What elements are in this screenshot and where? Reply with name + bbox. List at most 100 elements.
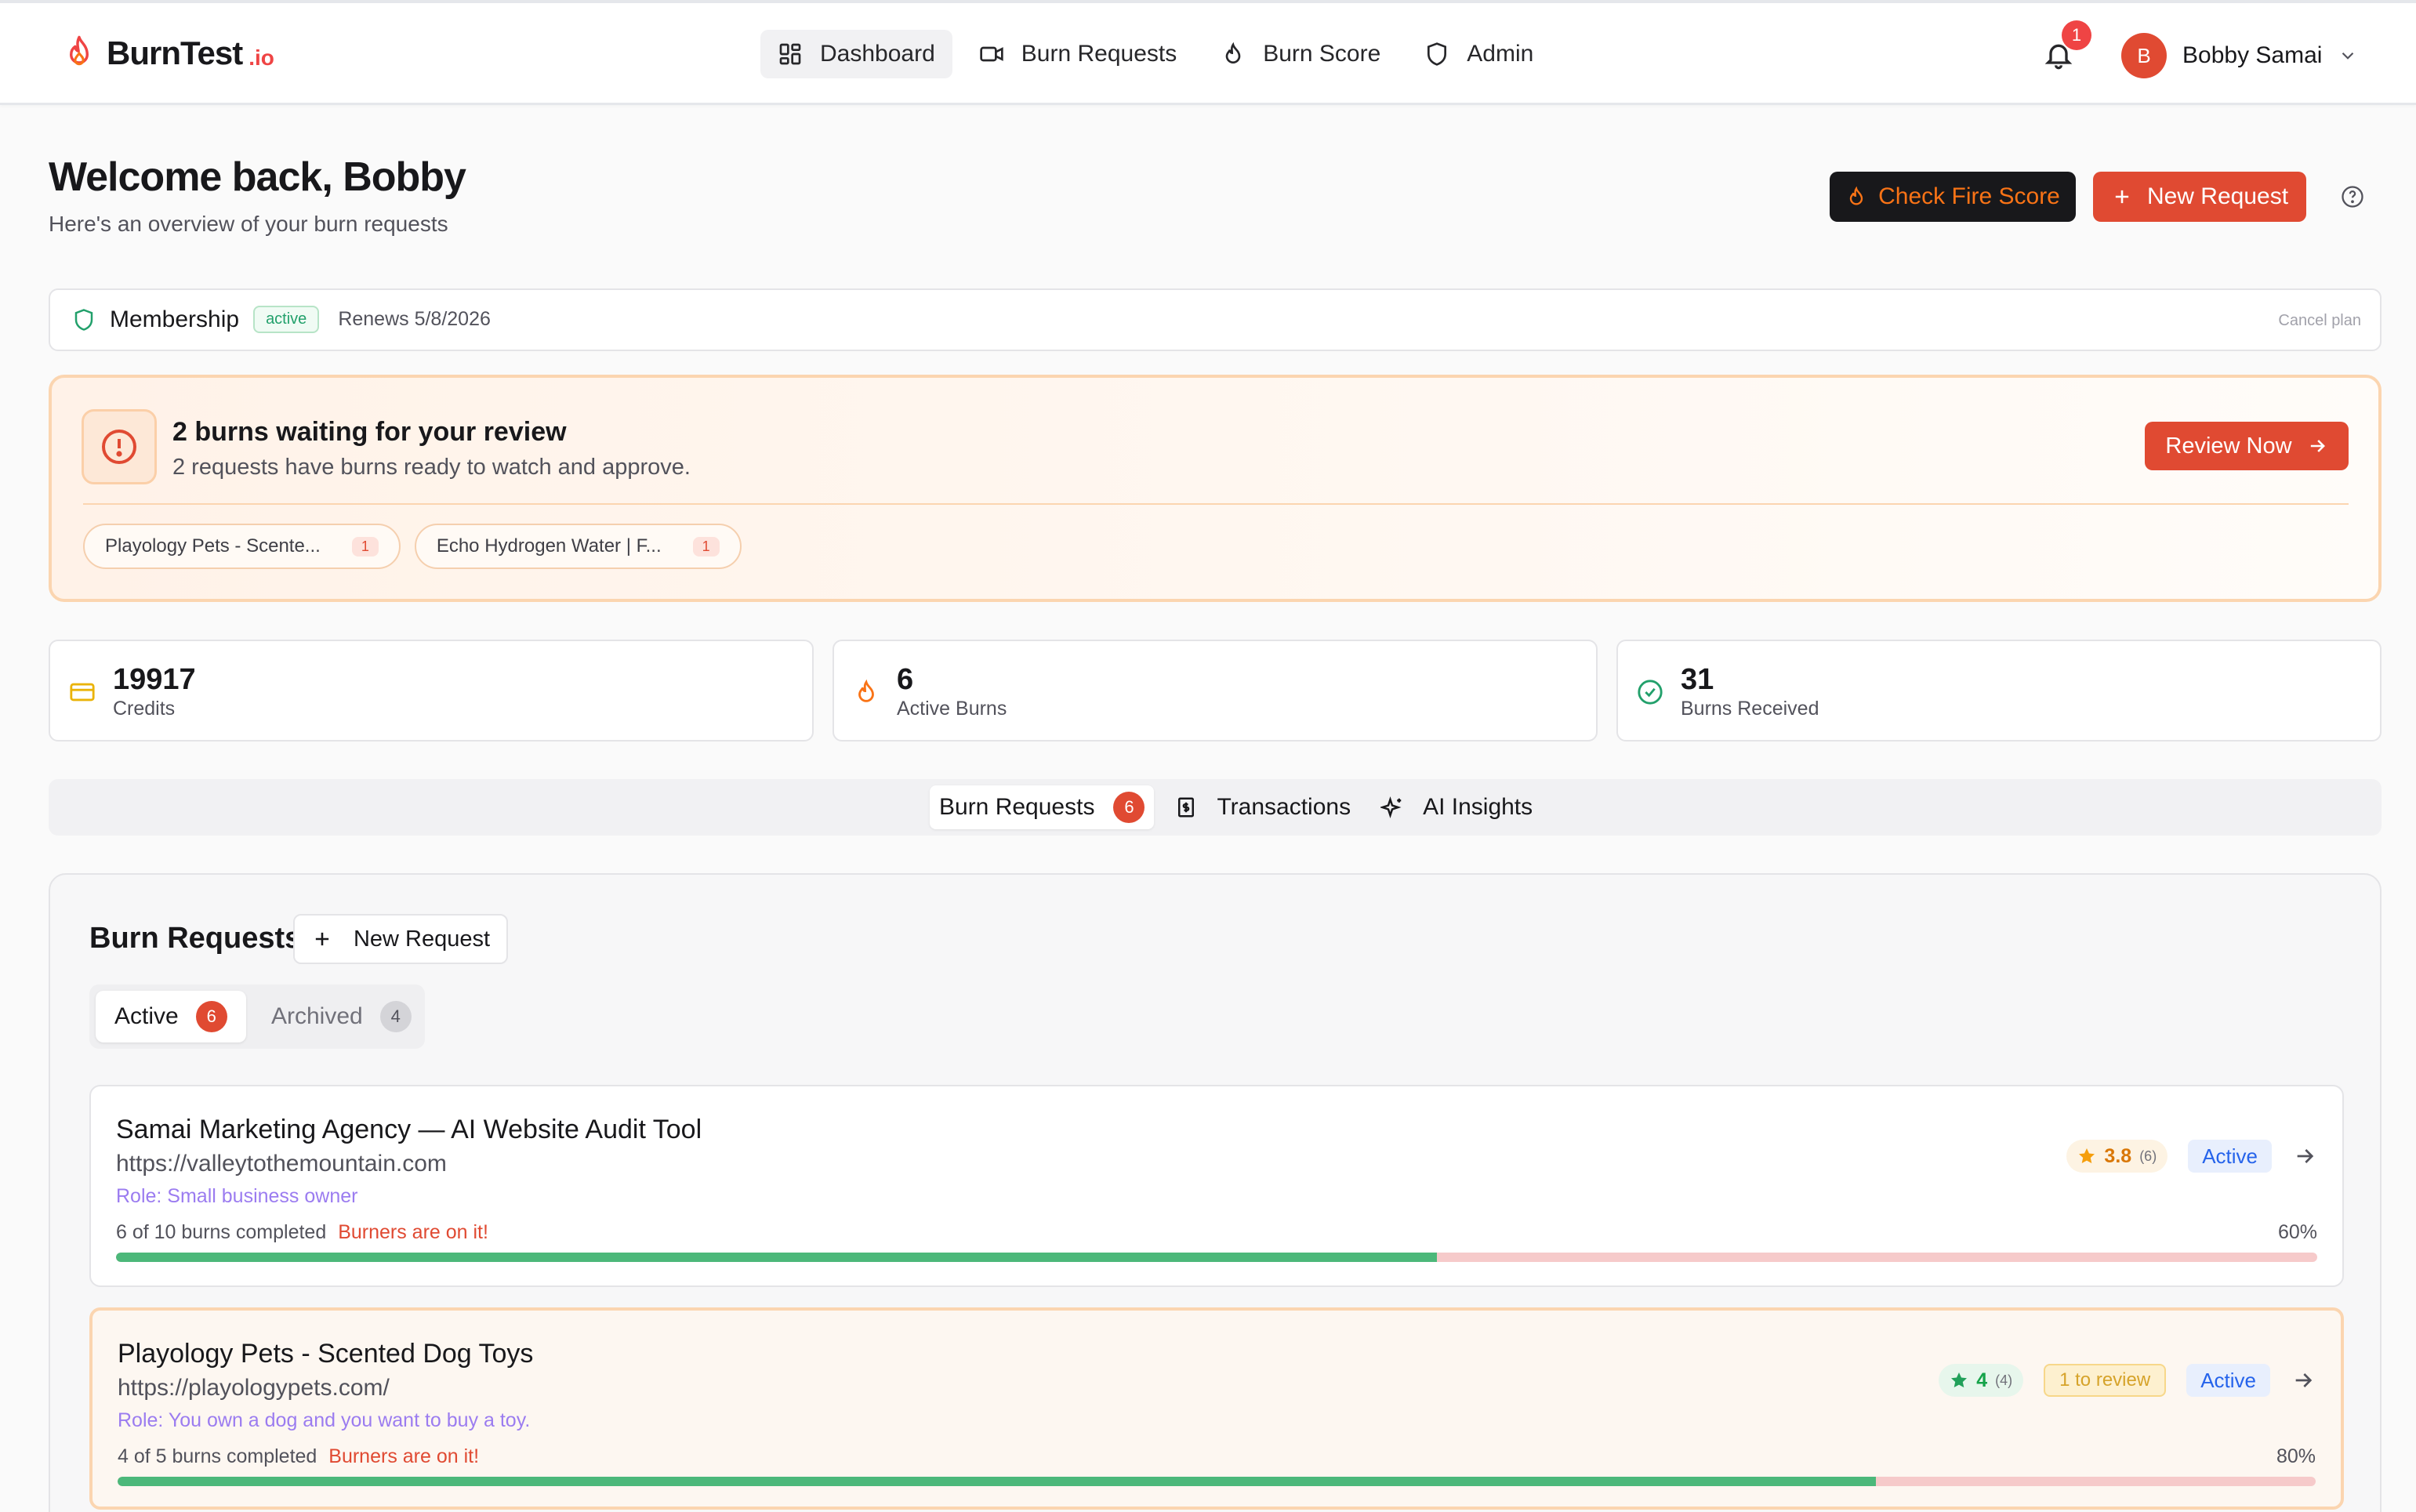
card-meta: 3.8 (6) Active <box>2066 1140 2317 1173</box>
nav-burn-requests[interactable]: Burn Requests <box>962 30 1194 78</box>
brand-name: BurnTest <box>107 34 243 71</box>
stat-label: Credits <box>113 698 176 720</box>
chip-label: Playology Pets - Scente... <box>105 535 321 557</box>
stat-value: 19917 <box>113 663 196 696</box>
burners-status: Burners are on it! <box>338 1221 488 1243</box>
chevron-down-icon <box>2342 52 2354 60</box>
check-fire-score-button[interactable]: Check Fire Score <box>1830 172 2076 222</box>
review-subtitle: 2 requests have burns ready to watch and… <box>172 455 691 480</box>
shield-icon <box>74 308 93 331</box>
flame-icon <box>858 679 874 702</box>
rating-badge: 4 (4) <box>1939 1364 2024 1397</box>
nav-admin-label: Admin <box>1467 41 1534 67</box>
plus-icon <box>2115 190 2129 204</box>
progress-bar <box>118 1477 2316 1486</box>
star-icon <box>2079 1148 2095 1164</box>
stat-value: 6 <box>897 663 914 696</box>
request-card[interactable]: Samai Marketing Agency — AI Website Audi… <box>89 1085 2344 1287</box>
new-request-label: New Request <box>2146 183 2289 209</box>
card-meta: 4 (4) 1 to review Active <box>1939 1364 2316 1397</box>
alert-box <box>82 409 157 484</box>
status-badge: Active <box>2186 1364 2270 1397</box>
receipt-icon <box>1178 797 1195 818</box>
nav-burn-requests-label: Burn Requests <box>1021 41 1177 67</box>
plus-icon <box>315 932 329 946</box>
to-review-badge: 1 to review <box>2044 1364 2167 1397</box>
membership-title: Membership <box>110 306 240 332</box>
video-icon <box>980 46 1003 62</box>
review-chip[interactable]: Echo Hydrogen Water | F... 1 <box>414 524 742 569</box>
nav-burn-score[interactable]: Burn Score <box>1203 30 1398 78</box>
review-now-button[interactable]: Review Now <box>2145 422 2349 470</box>
subtab-label: Archived <box>271 1003 363 1029</box>
flame-logo-icon <box>70 35 89 66</box>
subtab-archived[interactable]: Archived 4 <box>252 991 430 1042</box>
tab-transactions[interactable]: Transactions <box>1165 785 1360 829</box>
chip-count: 1 <box>692 536 720 557</box>
help-icon[interactable] <box>2341 185 2364 208</box>
review-chip[interactable]: Playology Pets - Scente... 1 <box>83 524 401 569</box>
subtab-label: Active <box>114 1003 179 1029</box>
stat-value: 31 <box>1681 663 1714 696</box>
progress-percent: 80% <box>2276 1445 2316 1467</box>
progress-label: 6 of 10 burns completed Burners are on i… <box>116 1221 488 1244</box>
burners-status: Burners are on it! <box>328 1445 480 1467</box>
arrow-right-icon[interactable] <box>2292 1144 2317 1169</box>
stat-label: Active Burns <box>897 698 1007 720</box>
chip-label: Echo Hydrogen Water | F... <box>436 535 662 557</box>
nav-admin[interactable]: Admin <box>1407 30 1551 78</box>
rating-badge: 3.8 (6) <box>2066 1140 2168 1173</box>
user-name: Bobby Samai <box>2182 42 2323 68</box>
main-nav: Dashboard Burn Requests Burn Score Admin <box>760 30 1551 78</box>
nav-burn-score-label: Burn Score <box>1263 41 1381 67</box>
subtab-count: 6 <box>195 1001 227 1032</box>
logo[interactable]: BurnTest .io <box>63 34 274 72</box>
stat-credits: 19917 Credits <box>49 640 814 741</box>
progress-percent: 60% <box>2277 1221 2317 1243</box>
progress-label: 4 of 5 burns completed Burners are on it… <box>118 1445 479 1468</box>
tab-count-badge: 6 <box>1113 792 1145 823</box>
page-title: Welcome back, Bobby <box>49 154 466 200</box>
star-icon <box>1951 1372 1968 1388</box>
stat-label: Burns Received <box>1681 698 1819 720</box>
arrow-right-icon[interactable] <box>2291 1368 2316 1393</box>
subtab-active[interactable]: Active 6 <box>96 991 246 1042</box>
dashboard-icon <box>779 43 801 65</box>
progress-fill <box>116 1253 1437 1262</box>
progress-text: 4 of 5 burns completed <box>118 1445 317 1467</box>
rating-value: 3.8 <box>2104 1144 2132 1167</box>
arrow-right-icon <box>2310 440 2325 452</box>
stat-burns-received: 31 Burns Received <box>1616 640 2382 741</box>
tab-label: Burn Requests <box>939 794 1095 820</box>
request-card[interactable]: Playology Pets - Scented Dog Toys https:… <box>89 1307 2344 1510</box>
request-url: https://valleytothemountain.com <box>116 1151 447 1177</box>
avatar: B <box>2121 33 2167 78</box>
divider <box>83 503 2349 505</box>
status-badge: Active <box>2188 1140 2272 1173</box>
cancel-plan-link[interactable]: Cancel plan <box>2278 312 2361 330</box>
membership-bar: Membership active Renews 5/8/2026 Cancel… <box>49 288 2382 351</box>
top-navbar: BurnTest .io Dashboard Burn Requests Bur… <box>0 0 2416 105</box>
request-title: Samai Marketing Agency — AI Website Audi… <box>116 1115 702 1144</box>
status-subtabs: Active 6 Archived 4 <box>89 984 425 1049</box>
alert-circle-icon <box>102 430 136 464</box>
shield-icon <box>1427 42 1447 66</box>
panel-new-request-button[interactable]: New Request <box>293 914 508 964</box>
progress-fill <box>118 1477 1877 1486</box>
subtab-count: 4 <box>379 1001 412 1032</box>
membership-renews: Renews 5/8/2026 <box>338 308 491 330</box>
brand-suffix: .io <box>248 45 274 70</box>
tab-ai-insights[interactable]: AI Insights <box>1371 785 1542 829</box>
new-request-button[interactable]: New Request <box>2093 172 2306 222</box>
nav-dashboard[interactable]: Dashboard <box>760 30 952 78</box>
rating-count: (4) <box>1995 1372 2013 1388</box>
credit-card-icon <box>70 683 95 702</box>
tab-burn-requests[interactable]: Burn Requests 6 <box>930 785 1155 829</box>
user-menu[interactable]: B Bobby Samai <box>2121 33 2358 78</box>
check-fire-score-label: Check Fire Score <box>1878 183 2060 209</box>
request-url: https://playologypets.com/ <box>118 1375 390 1401</box>
request-role: Role: You own a dog and you want to buy … <box>118 1409 531 1431</box>
notification-count-badge: 1 <box>2062 20 2091 50</box>
panel-new-request-label: New Request <box>353 926 491 952</box>
progress-text: 6 of 10 burns completed <box>116 1221 327 1243</box>
